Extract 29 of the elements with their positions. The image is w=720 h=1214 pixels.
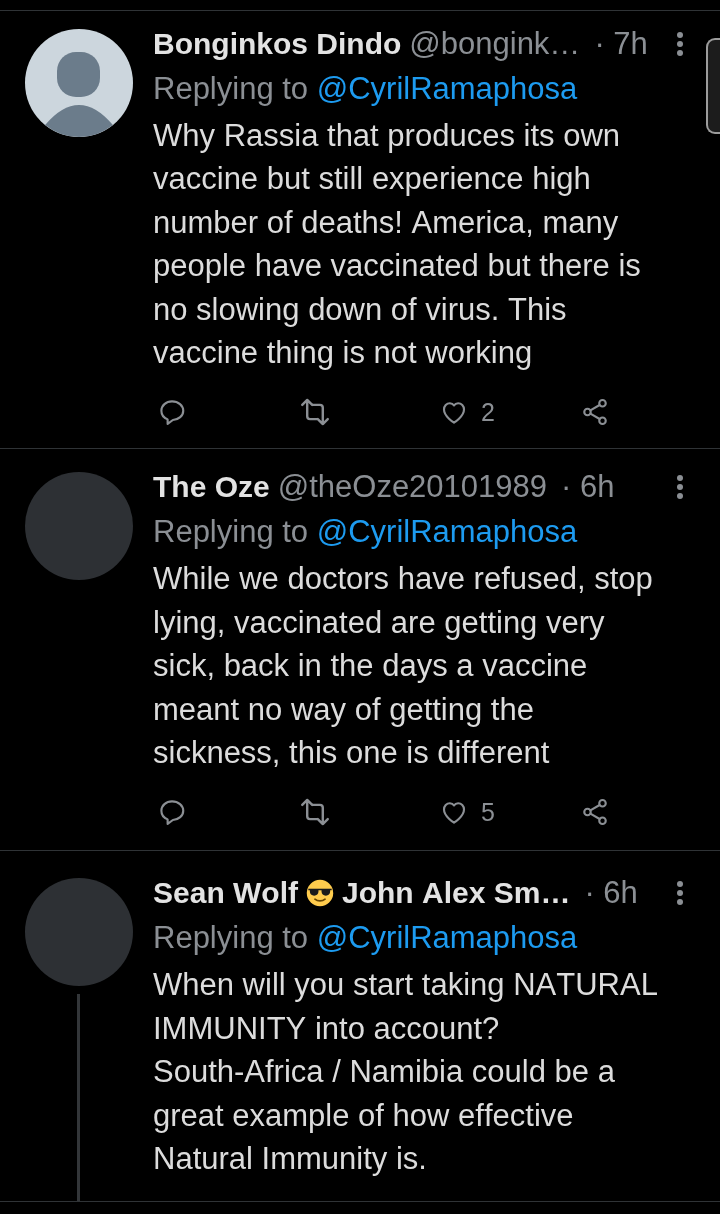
mention-link[interactable]: @CyrilRamaphosa: [316, 920, 578, 956]
author-name[interactable]: The Oze: [153, 470, 270, 505]
author-name[interactable]: Bonginkos Dindo: [153, 27, 402, 61]
more-options-icon[interactable]: [676, 31, 684, 57]
tweet-text: When will you start taking NATURAL IMMUNITY into account? South-Africa / Namibia could be a great example of how effective Natural Immunity is.: [153, 966, 659, 1179]
sunglasses-emoji-icon: [306, 879, 334, 908]
tweet-text: Why Rassia that produces its own vaccine but still experience high number of deaths! America, many people have vaccinated but there is no slowing down of virus. This vaccine thing is not working: [153, 117, 642, 373]
reply-context: Replying to @CyrilRamaphosa: [153, 919, 579, 958]
reply-context: Replying to @CyrilRamaphosa: [153, 513, 579, 552]
author-handle[interactable]: @bongink…: [409, 26, 581, 62]
mention-link[interactable]: @CyrilRamaphosa: [316, 71, 578, 106]
speech-bubble-icon[interactable]: [157, 797, 187, 828]
more-options-icon[interactable]: [676, 880, 684, 907]
like-count: 5: [481, 797, 495, 828]
timestamp: · 6h: [561, 469, 615, 506]
share-icon[interactable]: [580, 797, 610, 828]
more-options-icon[interactable]: [676, 474, 684, 501]
timestamp: · 6h: [584, 875, 638, 912]
like-count: 2: [481, 397, 495, 428]
author-handle[interactable]: @theOze20101989: [277, 469, 548, 506]
author-name[interactable]: Sean Wolf: [153, 876, 298, 911]
tweet-text: While we doctors have refused, stop lying, vaccinated are getting very sick, back in the days a vaccine meant no way of getting the sickness, this one is different: [153, 560, 654, 773]
share-icon[interactable]: [580, 397, 610, 428]
timestamp: · 7h: [594, 26, 648, 62]
author-name[interactable]: John Alex Sm…: [342, 876, 571, 911]
speech-bubble-icon[interactable]: [157, 397, 187, 428]
scrollbar-thumb[interactable]: [706, 38, 720, 134]
mention-link[interactable]: @CyrilRamaphosa: [316, 514, 578, 550]
avatar-silhouette[interactable]: [25, 29, 133, 137]
